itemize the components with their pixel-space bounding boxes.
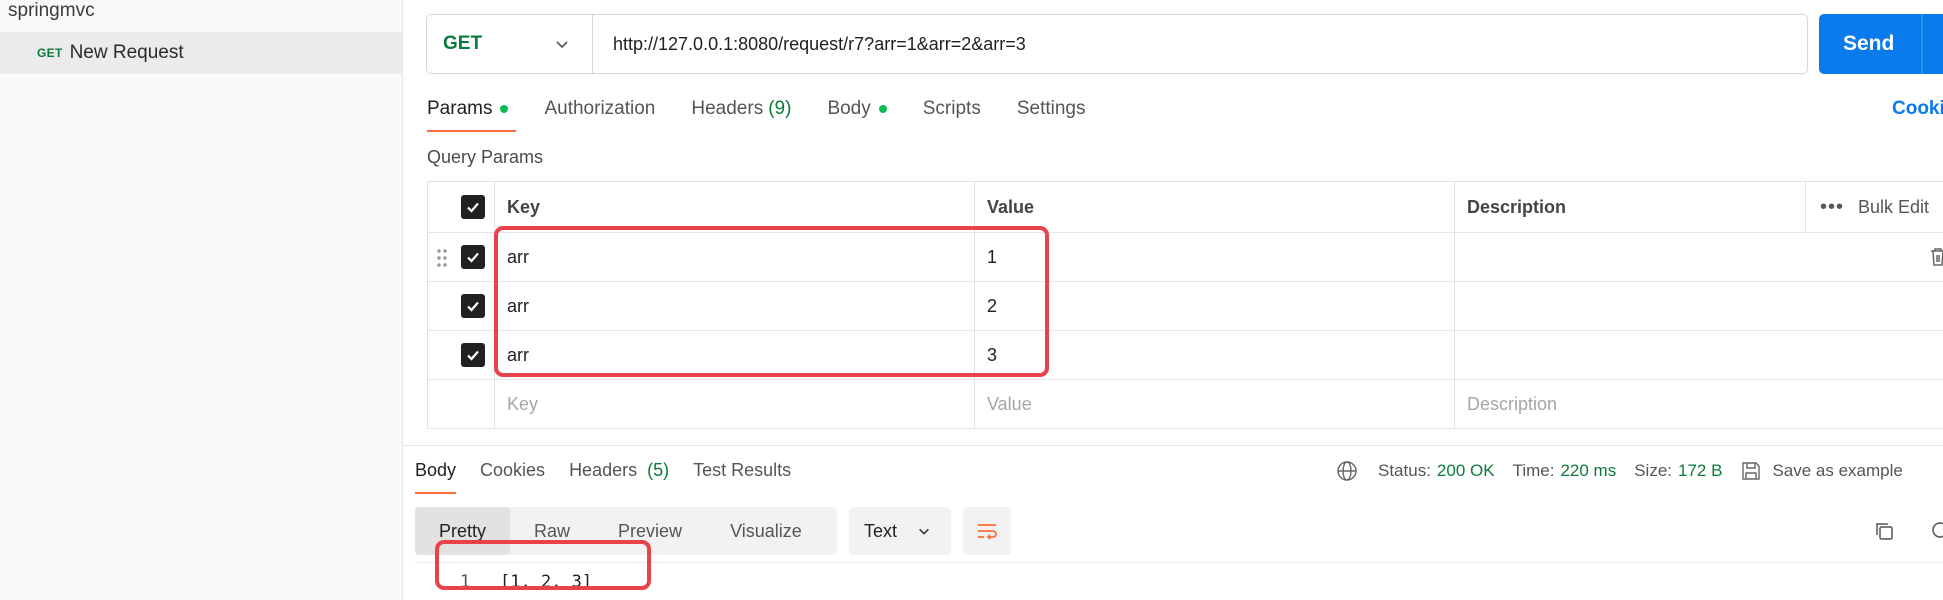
row-checkbox[interactable] — [461, 245, 485, 269]
format-visualize[interactable]: Visualize — [706, 507, 826, 555]
param-description[interactable] — [1455, 331, 1943, 379]
search-icon[interactable] — [1930, 520, 1943, 542]
cookies-link[interactable]: Cookies — [1892, 98, 1943, 120]
tab-headers[interactable]: Headers (9) — [691, 98, 791, 134]
response-meta: Status: 200 OK Time: 220 ms Size: 172 B Sav… — [1336, 460, 1921, 482]
status-value: 200 OK — [1436, 461, 1495, 480]
sidebar-request-item[interactable]: GET New Request — [0, 32, 403, 74]
more-icon: ••• — [1820, 196, 1845, 218]
bulk-edit-button[interactable]: ••• Bulk Edit — [1805, 182, 1943, 232]
method-dropdown[interactable]: GET — [427, 15, 593, 73]
resp-tab-headers-label: Headers — [569, 460, 638, 480]
request-tabs: Params Authorization Headers (9) Body Scr… — [427, 98, 1121, 134]
header-description: Description ••• Bulk Edit — [1455, 182, 1943, 232]
header-description-label: Description — [1467, 196, 1567, 217]
response-tabs: Body Cookies Headers (5) Test Results — [415, 460, 815, 494]
header-value: Value — [975, 182, 1455, 232]
query-params-title: Query Params — [427, 147, 544, 167]
tab-authorization[interactable]: Authorization — [544, 98, 655, 134]
status-label: Status: — [1378, 461, 1431, 480]
param-description[interactable] — [1455, 282, 1943, 330]
select-all-checkbox[interactable] — [461, 195, 485, 219]
body-type-label: Text — [864, 520, 898, 541]
row-check-cell — [427, 282, 495, 330]
method-label: GET — [443, 33, 483, 54]
time-label: Time: — [1512, 461, 1555, 480]
time-value: 220 ms — [1560, 461, 1617, 480]
tab-authorization-label: Authorization — [544, 98, 656, 119]
collection-name[interactable]: springmvc — [8, 0, 95, 22]
resp-tab-body[interactable]: Body — [415, 460, 457, 494]
wrap-icon — [978, 524, 997, 540]
size-value: 172 B — [1678, 461, 1723, 480]
sidebar: springmvc GET New Request — [0, 0, 403, 600]
params-indicator-dot — [500, 105, 509, 113]
check-icon — [467, 202, 479, 213]
description-input[interactable]: Description — [1455, 380, 1943, 428]
copy-icon[interactable] — [1873, 520, 1895, 542]
param-description[interactable] — [1455, 233, 1943, 281]
tab-scripts-label: Scripts — [922, 98, 981, 119]
response-divider — [403, 445, 1943, 446]
request-name: New Request — [69, 42, 184, 63]
url-input[interactable]: http://127.0.0.1:8080/request/r7?arr=1&a… — [593, 34, 1026, 55]
trash-icon[interactable] — [1929, 247, 1943, 267]
bulk-edit-label: Bulk Edit — [1858, 196, 1930, 217]
headers-count: (9) — [768, 98, 792, 119]
tab-body-label: Body — [827, 98, 871, 119]
value-input[interactable]: Value — [975, 380, 1455, 428]
tab-scripts[interactable]: Scripts — [923, 98, 981, 134]
save-as-example-label: Save as example — [1772, 461, 1903, 480]
globe-icon[interactable] — [1336, 460, 1358, 482]
check-icon — [467, 252, 479, 263]
row-check-cell — [427, 331, 495, 379]
save-icon — [1742, 462, 1761, 480]
size-info[interactable]: Size: 172 B — [1634, 461, 1722, 481]
resp-tab-cookies[interactable]: Cookies — [480, 460, 545, 494]
time-info[interactable]: Time: 220 ms — [1513, 461, 1617, 481]
send-split-divider — [1921, 14, 1923, 74]
highlight-box-params — [494, 226, 1049, 377]
row-check-cell — [427, 233, 495, 281]
row-checkbox[interactable] — [461, 294, 485, 318]
request-method-badge: GET — [37, 46, 63, 60]
chevron-down-icon — [919, 528, 929, 535]
size-label: Size: — [1634, 461, 1672, 480]
chevron-down-icon — [556, 41, 568, 49]
highlight-box-body — [435, 540, 651, 590]
check-icon — [467, 301, 479, 312]
tab-settings-label: Settings — [1016, 98, 1086, 119]
body-indicator-dot — [878, 105, 887, 113]
key-input[interactable]: Key — [495, 380, 975, 428]
tab-params[interactable]: Params — [427, 98, 517, 134]
tab-body[interactable]: Body — [827, 98, 887, 134]
send-button[interactable]: Send — [1819, 14, 1943, 74]
row-check-cell — [427, 380, 495, 428]
status-info[interactable]: Status: 200 OK — [1378, 461, 1495, 481]
url-bar: GET http://127.0.0.1:8080/request/r7?arr… — [426, 14, 1808, 74]
tab-settings[interactable]: Settings — [1017, 98, 1086, 134]
check-icon — [467, 350, 479, 361]
resp-headers-count: (5) — [647, 460, 670, 480]
table-row-empty: Key Value Description — [427, 380, 1943, 429]
row-checkbox[interactable] — [461, 343, 485, 367]
resp-tab-headers[interactable]: Headers (5) — [569, 460, 669, 494]
header-check-cell — [427, 182, 495, 232]
resp-tab-test-results[interactable]: Test Results — [693, 460, 791, 494]
save-as-example-button[interactable]: Save as example — [1740, 460, 1903, 482]
wrap-lines-button[interactable] — [963, 507, 1011, 555]
tab-headers-label: Headers — [691, 98, 764, 119]
header-key: Key — [495, 182, 975, 232]
body-type-dropdown[interactable]: Text — [849, 507, 951, 555]
tab-params-label: Params — [427, 98, 493, 119]
